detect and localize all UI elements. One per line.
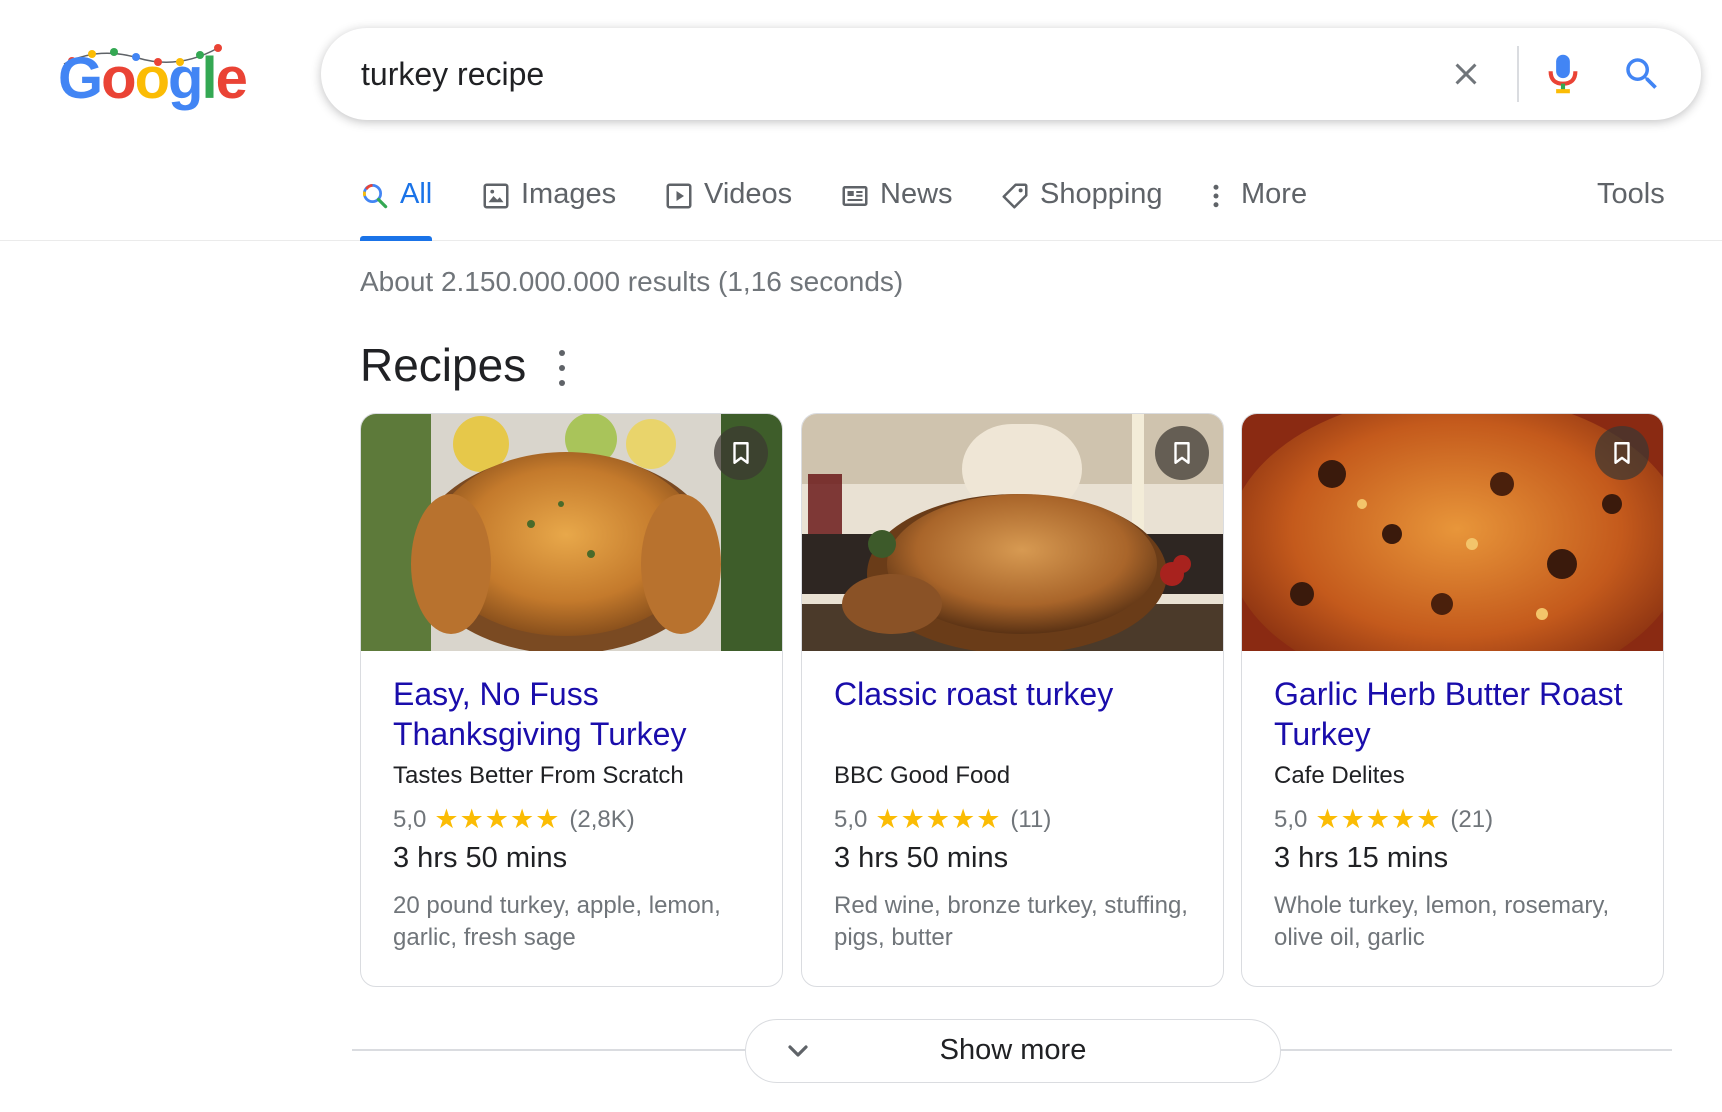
rating-value: 5,0 [393,805,427,833]
save-recipe-button[interactable] [714,426,768,480]
recipes-heading: Recipes [360,339,527,391]
tab-more[interactable]: More [1201,178,1307,238]
star-rating-icon: ★★★★★ [1315,804,1442,834]
recipe-time: 3 hrs 50 mins [834,842,1009,874]
show-more-button[interactable]: Show more [745,1019,1281,1083]
recipe-title[interactable]: Easy, No Fuss Thanksgiving Turkey [393,674,763,754]
result-stats: About 2.150.000.000 results (1,16 second… [360,266,904,297]
google-logo[interactable]: Google [58,42,248,122]
dot [559,380,565,386]
star-rating-icon: ★★★★★ [875,804,1002,834]
search-divider [1517,46,1519,102]
recipe-ingredients: Red wine, bronze turkey, stuffing, pigs,… [834,892,1188,951]
newspaper-icon [842,186,868,206]
tab-shopping[interactable]: Shopping [1000,178,1163,238]
logo-letter: g [168,46,203,111]
logo-letter: G [58,46,103,111]
recipe-source: BBC Good Food [834,762,1011,789]
search-icon [362,184,388,209]
logo-letter: o [101,46,136,111]
recipe-ingredients: 20 pound turkey, apple, lemon, garlic, f… [393,892,721,951]
save-recipe-button[interactable] [1155,426,1209,480]
tab-videos[interactable]: Videos [664,178,792,238]
search-box [321,28,1701,120]
search-input[interactable] [361,50,1361,98]
review-count: (2,8K) [569,805,635,833]
microphone-icon [1548,54,1578,94]
image-icon [483,183,509,209]
recipe-source: Cafe Delites [1274,762,1405,789]
search-button[interactable] [1614,46,1670,102]
tab-label: More [1241,178,1308,210]
recipe-title[interactable]: Classic roast turkey [834,674,1204,714]
recipe-title[interactable]: Garlic Herb Butter Roast Turkey [1274,674,1644,754]
active-tab-indicator [360,236,432,241]
tab-label: All [400,178,433,210]
recipe-card[interactable]: Easy, No Fuss Thanksgiving Turkey Tastes… [360,413,783,987]
tools-button[interactable]: Tools [1597,178,1665,238]
review-count: (21) [1450,805,1494,833]
tab-label: Shopping [1040,178,1163,210]
show-more-label: Show more [939,1034,1087,1066]
save-recipe-button[interactable] [1595,426,1649,480]
bookmark-icon [733,442,749,464]
recipe-rating: 5,0 ★★★★★ (11) [834,804,1051,835]
dot [559,350,565,356]
logo-letter: e [215,46,248,111]
tools-label: Tools [1597,178,1665,210]
dot [559,365,565,371]
more-vert-icon [1213,184,1219,208]
tab-label: News [880,178,953,210]
tab-label: Images [521,178,617,210]
voice-search-button[interactable] [1535,46,1591,102]
search-icon [1626,58,1657,89]
logo-letter: o [134,46,170,111]
review-count: (11) [1010,805,1052,833]
rating-value: 5,0 [834,805,868,833]
tab-label: Videos [704,178,793,210]
tab-all[interactable]: All [360,178,432,238]
recipe-rating: 5,0 ★★★★★ (2,8K) [393,804,635,835]
recipe-time: 3 hrs 50 mins [393,842,568,874]
tag-icon [1002,183,1028,209]
logo-letter: l [201,46,217,111]
clear-search-button[interactable] [1438,46,1494,102]
star-rating-icon: ★★★★★ [434,804,561,834]
close-icon [1455,63,1477,85]
recipe-card[interactable]: Garlic Herb Butter Roast Turkey Cafe Del… [1241,413,1664,987]
logo-wordmark: Google [58,50,248,108]
recipe-card[interactable]: Classic roast turkey BBC Good Food 5,0 ★… [801,413,1224,987]
bookmark-icon [1614,442,1630,464]
play-icon [666,183,692,209]
tab-images[interactable]: Images [481,178,616,238]
search-tabs: All Images Videos News Shopping More Too… [0,160,1722,241]
tab-news[interactable]: News [840,178,953,238]
rating-value: 5,0 [1274,805,1308,833]
recipe-source: Tastes Better From Scratch [393,762,684,789]
recipe-ingredients: Whole turkey, lemon, rosemary, olive oil… [1274,892,1610,951]
bookmark-icon [1174,442,1190,464]
recipes-options-button[interactable] [548,350,576,386]
recipe-rating: 5,0 ★★★★★ (21) [1274,804,1493,835]
recipe-time: 3 hrs 15 mins [1274,842,1449,874]
